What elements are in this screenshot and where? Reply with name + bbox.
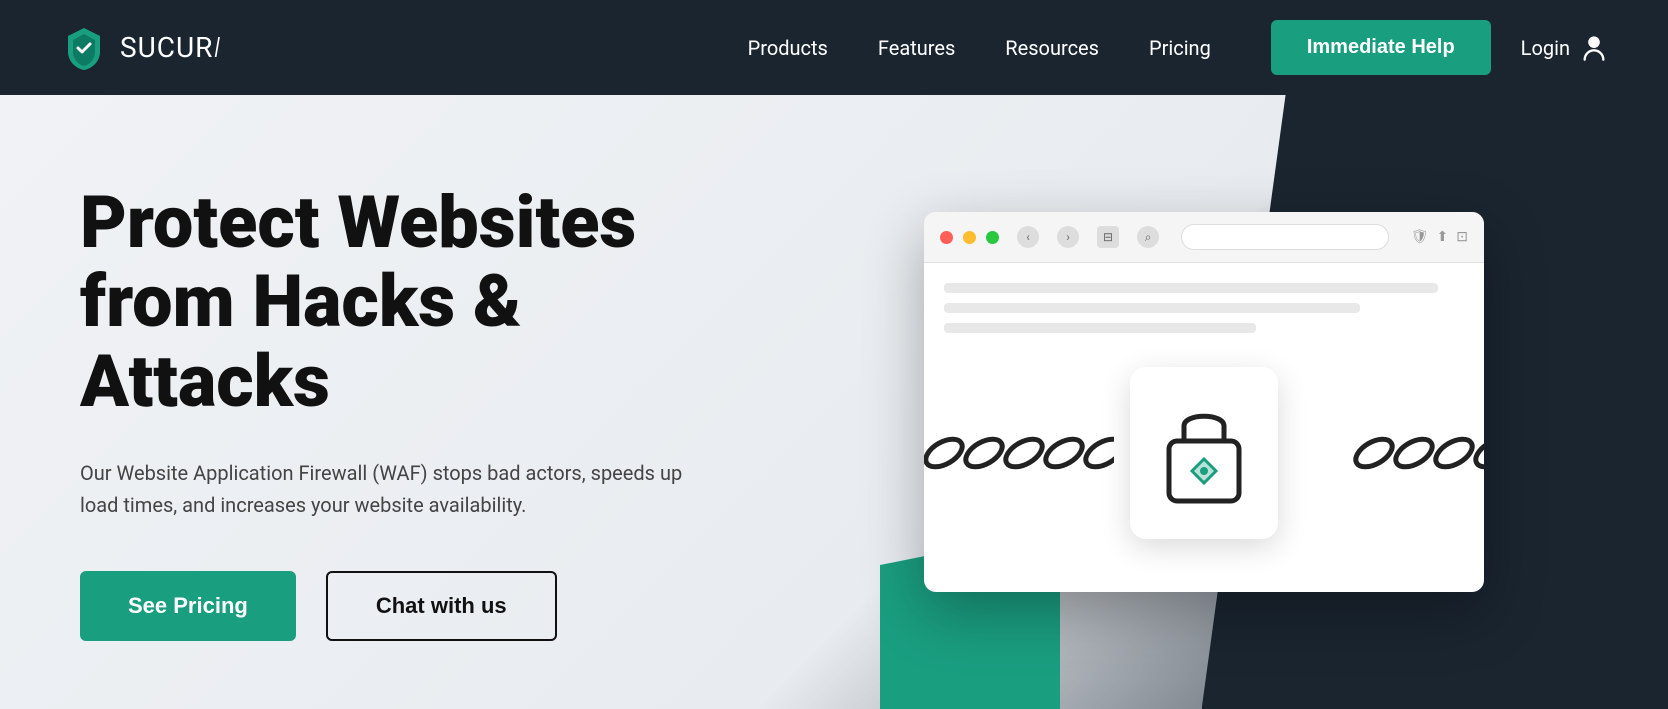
chat-with-us-button[interactable]: Chat with us [326, 571, 557, 641]
browser-dot-green [986, 231, 999, 244]
content-lines [944, 283, 1464, 333]
lock-card [1130, 367, 1278, 539]
browser-tab-button: ⊟ [1097, 226, 1119, 248]
lock-icon [1154, 391, 1254, 511]
hero-right: ‹ › ⊟ ⌕ 🛡 ⬆ ⊡ [820, 95, 1668, 709]
hero-left: Protect Websites from Hacks & Attacks Ou… [0, 95, 820, 709]
nav-features[interactable]: Features [878, 36, 955, 60]
hero-title: Protect Websites from Hacks & Attacks [80, 183, 760, 421]
content-line-3 [944, 323, 1256, 333]
browser-content [924, 263, 1484, 573]
nav-products[interactable]: Products [748, 36, 828, 60]
immediate-help-button[interactable]: Immediate Help [1271, 20, 1491, 75]
login-area[interactable]: Login [1521, 34, 1608, 62]
browser-dot-yellow [963, 231, 976, 244]
browser-expand-icon: ⊡ [1456, 229, 1468, 245]
content-line-1 [944, 283, 1438, 293]
browser-back-button: ‹ [1017, 226, 1039, 248]
hero-buttons: See Pricing Chat with us [80, 571, 760, 641]
content-line-2 [944, 303, 1360, 313]
nav-pricing[interactable]: Pricing [1149, 36, 1211, 60]
nav-links: Products Features Resources Pricing [748, 36, 1211, 60]
user-icon [1580, 34, 1608, 62]
hero-subtitle: Our Website Application Firewall (WAF) s… [80, 457, 720, 521]
browser-forward-button: › [1057, 226, 1079, 248]
chain-right-icon [1344, 423, 1484, 483]
browser-toolbar: ‹ › ⊟ ⌕ 🛡 ⬆ ⊡ [924, 212, 1484, 263]
browser-dot-red [940, 231, 953, 244]
see-pricing-button[interactable]: See Pricing [80, 571, 296, 641]
chain-left-icon [924, 423, 1114, 483]
browser-mockup: ‹ › ⊟ ⌕ 🛡 ⬆ ⊡ [924, 212, 1484, 592]
browser-share-icon: ⬆ [1437, 229, 1449, 245]
browser-address-bar [1181, 224, 1389, 250]
browser-search-button: ⌕ [1137, 226, 1159, 248]
browser-shield-icon: 🛡 [1411, 229, 1429, 245]
hero-section: Protect Websites from Hacks & Attacks Ou… [0, 95, 1668, 709]
navbar: SUCURi Products Features Resources Prici… [0, 0, 1668, 95]
sucuri-logo-icon [60, 24, 108, 72]
nav-resources[interactable]: Resources [1005, 36, 1099, 60]
logo-area[interactable]: SUCURi [60, 24, 222, 72]
browser-action-icons: 🛡 ⬆ ⊡ [1411, 229, 1468, 245]
login-label: Login [1521, 36, 1570, 60]
logo-text: SUCURi [120, 31, 222, 64]
